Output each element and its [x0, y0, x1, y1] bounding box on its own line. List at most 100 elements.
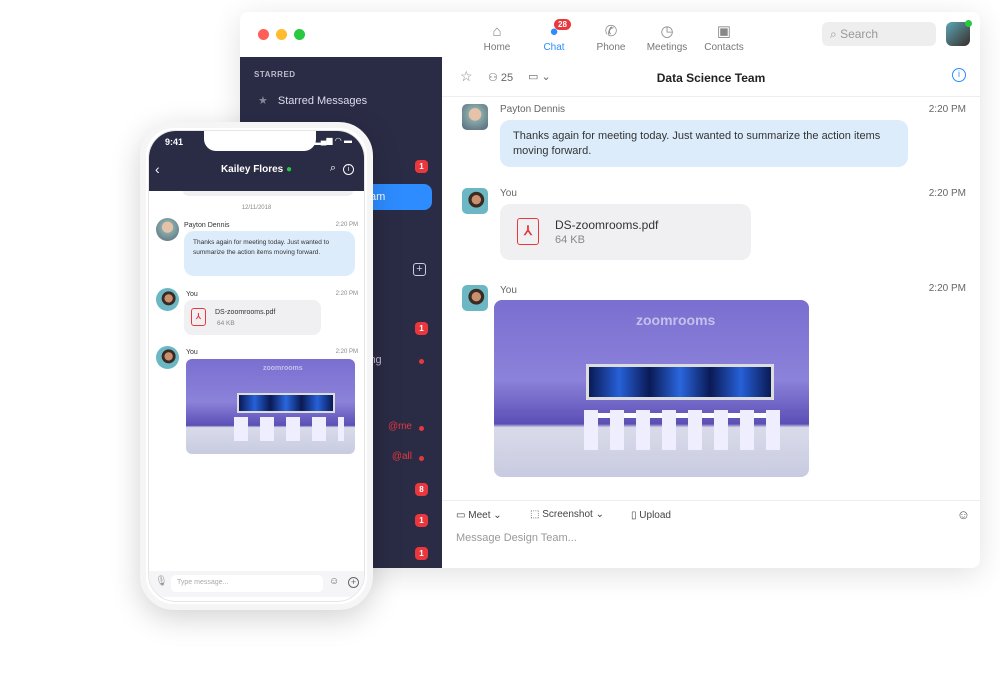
screenshot-label: Screenshot: [542, 509, 593, 520]
screenshot-button[interactable]: ⬚ Screenshot ⌄: [530, 509, 604, 520]
file-attachment[interactable]: ⅄ DS-zoomrooms.pdf 64 KB: [184, 300, 321, 335]
minimize-window-button[interactable]: [276, 29, 287, 40]
display-screens: [586, 364, 774, 400]
chevron-down-icon: ⌄: [541, 71, 551, 83]
unread-badge: 1: [415, 160, 428, 173]
sender-name: You: [500, 285, 517, 296]
file-attachment[interactable]: ⅄ DS-zoomrooms.pdf 64 KB: [500, 204, 751, 260]
pdf-icon: ⅄: [517, 218, 539, 245]
unread-badge: 8: [415, 483, 428, 496]
phone-header: 9:41 ▂▄▆ ◠ ▬ ‹ Kailey Flores ● ⌕ i: [149, 131, 364, 191]
add-icon[interactable]: +: [348, 577, 359, 588]
phone-input-bar: 🎙︎ Type message... ☺ +: [149, 571, 364, 597]
message-time: 2:20 PM: [928, 283, 966, 294]
info-icon[interactable]: i: [952, 68, 966, 82]
file-name: DS-zoomrooms.pdf: [215, 309, 276, 316]
nav-label: Contacts: [704, 42, 744, 53]
nav-contacts[interactable]: ▣ Contacts: [694, 22, 754, 53]
avatar: [462, 104, 488, 130]
nav-phone[interactable]: ✆ Phone: [581, 22, 641, 53]
display-screens: [237, 393, 335, 413]
message-placeholder: Message Design Team...: [456, 532, 577, 544]
avatar: [462, 285, 488, 311]
add-channel-button[interactable]: +: [413, 263, 426, 276]
status-icons: ▂▄▆ ◠ ▬: [314, 136, 352, 145]
online-status-dot: [965, 20, 972, 27]
sender-name: You: [186, 291, 198, 298]
unread-dot: [419, 426, 424, 431]
phone-device: 9:41 ▂▄▆ ◠ ▬ ‹ Kailey Flores ● ⌕ i 12/11…: [140, 122, 373, 610]
upload-button[interactable]: ▯ Upload: [631, 510, 671, 521]
previous-message: [183, 191, 353, 196]
emoji-icon[interactable]: ☺: [329, 576, 339, 587]
mention-all-label: @all: [391, 451, 412, 462]
sidebar-item-starred-messages[interactable]: ★ Starred Messages: [258, 94, 367, 107]
search-icon[interactable]: ⌕: [330, 162, 336, 175]
close-window-button[interactable]: [258, 29, 269, 40]
nav-home[interactable]: ⌂ Home: [467, 22, 527, 53]
sender-name: Payton Dennis: [500, 104, 566, 115]
members-button[interactable]: ⚇ 25: [488, 71, 513, 84]
search-icon: ⌕: [830, 27, 841, 41]
search-placeholder: Search: [840, 27, 879, 41]
clock-icon: ◷: [660, 23, 674, 40]
chat-badge: 28: [554, 19, 571, 30]
contact-name-text: Kailey Flores: [220, 164, 284, 175]
phone-icon: ✆: [604, 23, 618, 40]
chat-title: Data Science Team: [656, 71, 766, 85]
message-bubble: Thanks again for meeting today. Just wan…: [184, 231, 355, 276]
message-time: 2:20 PM: [928, 188, 966, 199]
sender-name: Payton Dennis: [184, 222, 230, 229]
nav-chat[interactable]: ● Chat 28: [524, 19, 584, 53]
chat-panel: ☆ ⚇ 25 ▭ ⌄ Data Science Team i Payton De…: [442, 57, 980, 568]
avatar[interactable]: [946, 20, 972, 46]
meet-button[interactable]: ▭ Meet ⌄: [456, 510, 502, 521]
maximize-window-button[interactable]: [294, 29, 305, 40]
file-name: DS-zoomrooms.pdf: [555, 218, 659, 232]
contacts-icon: ▣: [716, 23, 732, 40]
image-attachment[interactable]: zoomrooms: [186, 359, 355, 454]
avatar: [156, 346, 179, 369]
image-attachment[interactable]: zoomrooms: [494, 300, 809, 477]
avatar: [156, 218, 179, 241]
person-icon: ⚇: [488, 72, 501, 84]
video-icon: ▭: [528, 71, 539, 83]
phone-screen: 9:41 ▂▄▆ ◠ ▬ ‹ Kailey Flores ● ⌕ i 12/11…: [148, 130, 365, 602]
home-indicator: [217, 601, 295, 602]
avatar: [462, 188, 488, 214]
video-menu-button[interactable]: ▭ ⌄: [528, 70, 551, 83]
meet-label: Meet: [468, 510, 491, 521]
message-bubble: Thanks again for meeting today. Just wan…: [500, 120, 908, 167]
zoomrooms-logo: zoomrooms: [263, 365, 303, 372]
chairs: [234, 417, 344, 441]
message-time: 2:20 PM: [335, 349, 358, 355]
nav-label: Phone: [596, 42, 626, 53]
sidebar-item-label: Starred Messages: [277, 95, 368, 107]
microphone-icon[interactable]: 🎙︎: [155, 576, 168, 587]
unread-badge: 1: [415, 322, 428, 335]
status-clock: 9:41: [165, 137, 184, 147]
message-input[interactable]: Message Design Team...: [456, 532, 956, 544]
chat-header: ☆ ⚇ 25 ▭ ⌄ Data Science Team i: [442, 57, 980, 97]
date-separator: 12/11/2018: [241, 205, 272, 211]
video-icon: ▭: [456, 510, 469, 521]
home-icon: ⌂: [492, 23, 502, 40]
file-size: 64 KB: [555, 234, 585, 246]
message-input[interactable]: Type message...: [171, 575, 323, 592]
message-time: 2:20 PM: [335, 291, 358, 297]
sidebar-section-title: STARRED: [254, 70, 296, 79]
mention-me-label: @me: [387, 421, 412, 432]
nav-meetings[interactable]: ◷ Meetings: [637, 22, 697, 53]
unread-dot: [419, 359, 424, 364]
star-icon: ★: [258, 95, 268, 107]
back-button[interactable]: ‹: [155, 161, 160, 177]
unread-badge: 1: [415, 547, 428, 560]
info-icon[interactable]: i: [343, 164, 354, 175]
star-icon[interactable]: ☆: [460, 68, 473, 85]
pdf-icon: ⅄: [191, 308, 206, 326]
emoji-icon[interactable]: ☺: [957, 507, 970, 522]
nav-label: Home: [483, 42, 511, 53]
message-placeholder: Type message...: [177, 579, 229, 586]
search-input[interactable]: ⌕ Search: [822, 22, 936, 46]
chairs: [584, 410, 784, 450]
